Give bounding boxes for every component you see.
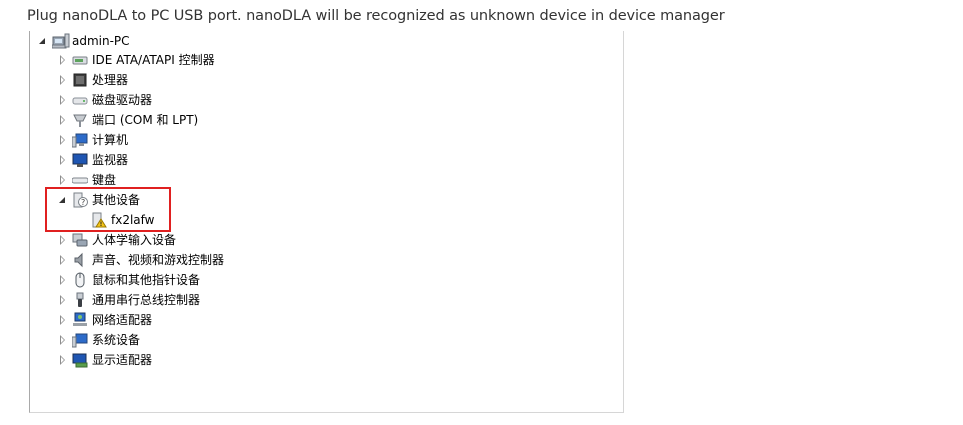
tree-item-disk-drive[interactable]: 磁盘驱动器 <box>56 90 152 110</box>
expand-arrow-icon[interactable] <box>56 310 68 330</box>
tree-item-label: IDE ATA/ATAPI 控制器 <box>92 53 215 67</box>
keyboard-icon <box>71 172 89 188</box>
tree-item-processor[interactable]: 处理器 <box>56 70 128 90</box>
tree-item-label: 计算机 <box>92 133 129 147</box>
network-adapter-icon <box>72 312 88 328</box>
expand-arrow-icon[interactable] <box>56 110 68 130</box>
computer-icon <box>71 132 88 148</box>
tree-item-label: 显示适配器 <box>92 353 153 367</box>
system-device-icon <box>71 332 88 348</box>
expand-arrow-icon[interactable] <box>56 90 68 110</box>
expand-arrow-icon[interactable] <box>56 330 68 350</box>
tree-item-label: 网络适配器 <box>92 313 153 327</box>
tree-item-label: 磁盘驱动器 <box>92 93 153 107</box>
collapse-arrow-icon[interactable] <box>36 31 48 51</box>
expand-arrow-icon[interactable] <box>56 150 68 170</box>
processor-icon <box>72 72 88 88</box>
tree-item-network-adapter[interactable]: 网络适配器 <box>56 310 152 330</box>
sound-icon <box>72 252 88 268</box>
tree-item-sound[interactable]: 声音、视频和游戏控制器 <box>56 250 224 270</box>
tree-item-label: 声音、视频和游戏控制器 <box>92 253 225 267</box>
mouse-icon <box>72 272 88 288</box>
tree-item-label: 处理器 <box>92 73 129 87</box>
tree-item-display-adapter[interactable]: 显示适配器 <box>56 350 152 370</box>
tree-item-label: 人体学输入设备 <box>92 233 177 247</box>
tree-item-ports[interactable]: 端口 (COM 和 LPT) <box>56 110 198 130</box>
tree-item-hid[interactable]: 人体学输入设备 <box>56 230 176 250</box>
tree-item-ide-controller[interactable]: IDE ATA/ATAPI 控制器 <box>56 50 215 70</box>
instruction-text: Plug nanoDLA to PC USB port. nanoDLA wil… <box>27 8 725 24</box>
highlight-box <box>45 187 171 232</box>
expand-arrow-icon[interactable] <box>56 50 68 70</box>
tree-item-label: 系统设备 <box>92 333 141 347</box>
expand-arrow-icon[interactable] <box>56 130 68 150</box>
computer-icon <box>51 33 70 49</box>
tree-item-usb[interactable]: 通用串行总线控制器 <box>56 290 200 310</box>
tree-root-label: admin-PC <box>72 34 130 48</box>
tree-item-label: 通用串行总线控制器 <box>92 293 201 307</box>
expand-arrow-icon[interactable] <box>56 270 68 290</box>
tree-item-mouse[interactable]: 鼠标和其他指针设备 <box>56 270 200 290</box>
tree-item-computer[interactable]: 计算机 <box>56 130 128 150</box>
tree-item-label: 鼠标和其他指针设备 <box>92 273 201 287</box>
display-adapter-icon <box>72 352 88 368</box>
monitor-icon <box>72 152 88 168</box>
expand-arrow-icon[interactable] <box>56 250 68 270</box>
tree-item-label: 端口 (COM 和 LPT) <box>92 113 199 127</box>
expand-arrow-icon[interactable] <box>56 350 68 370</box>
usb-icon <box>72 292 88 308</box>
ide-controller-icon <box>72 52 88 68</box>
tree-item-system-devices[interactable]: 系统设备 <box>56 330 140 350</box>
tree-root-admin-pc[interactable]: admin-PC <box>36 31 130 51</box>
hid-icon <box>72 232 88 248</box>
port-icon <box>72 112 88 128</box>
disk-drive-icon <box>72 92 88 108</box>
tree-item-label: 监视器 <box>92 153 129 167</box>
tree-item-monitor[interactable]: 监视器 <box>56 150 128 170</box>
expand-arrow-icon[interactable] <box>56 70 68 90</box>
expand-arrow-icon[interactable] <box>56 230 68 250</box>
expand-arrow-icon[interactable] <box>56 290 68 310</box>
